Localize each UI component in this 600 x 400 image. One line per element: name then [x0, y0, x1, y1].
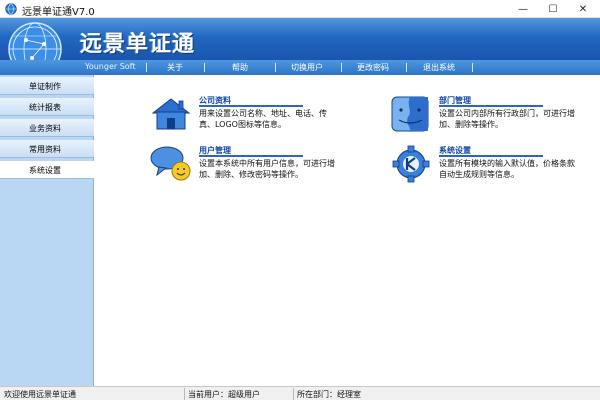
kde-gear-icon — [392, 145, 430, 183]
menu-bar: Younger Soft 关于 帮助 切换用户 更改密码 退出系统 — [0, 60, 600, 75]
tile-description: 设置所有模块的输入默认值，价格条款 自动生成规则等信息。 — [439, 158, 599, 180]
sidebar-item-common-data[interactable]: 常用资料 — [0, 140, 94, 158]
tile-description: 用来设置公司名称、地址、电话、传 真、LOGO图标等信息。 — [199, 108, 379, 130]
sidebar-item-business-data[interactable]: 业务资料 — [0, 119, 94, 137]
title-underline — [439, 155, 543, 157]
tile-description: 设置公司内部所有行政部门，可进行增 加、删除等操作。 — [439, 108, 599, 130]
menu-separator — [146, 63, 147, 72]
tile-description-line: 设置所有模块的输入默认值，价格条款 — [439, 159, 575, 168]
tile-description-line: 设置本系统中所有用户信息，可进行增 — [199, 159, 335, 168]
menu-separator — [406, 63, 407, 72]
menu-separator — [341, 63, 342, 72]
status-welcome: 欢迎使用远景单证通 — [4, 390, 76, 399]
minimize-button[interactable]: — — [508, 0, 538, 18]
brand-label: Younger Soft — [85, 62, 136, 71]
menu-item-change-password[interactable]: 更改密码 — [357, 62, 389, 73]
status-current-user: 当前用户：超级用户 — [188, 390, 260, 399]
main-content: 公司资料 用来设置公司名称、地址、电话、传 真、LOGO图标等信息。 部门管理 … — [95, 75, 600, 386]
tile-description-line: 用来设置公司名称、地址、电话、传 — [199, 109, 327, 118]
globe-logo-icon — [8, 22, 62, 60]
tile-department-management[interactable]: 部门管理 设置公司内部所有行政部门，可进行增 加、删除等操作。 — [389, 93, 599, 135]
app-title: 远景单证通 — [80, 32, 196, 57]
sidebar: 单证制作 统计报表 业务资料 常用资料 系统设置 — [0, 75, 94, 386]
tile-description-line: 真、LOGO图标等信息。 — [199, 120, 286, 129]
status-divider — [293, 388, 294, 400]
maximize-button[interactable]: ☐ — [538, 0, 568, 18]
window-title: 远景单证通V7.0 — [22, 7, 95, 18]
menu-separator — [275, 63, 276, 72]
mac-finder-icon — [391, 96, 429, 132]
menu-separator — [472, 63, 473, 72]
menu-item-switch-user[interactable]: 切换用户 — [291, 62, 323, 73]
app-globe-icon — [5, 3, 17, 15]
sidebar-item-statistics[interactable]: 统计报表 — [0, 98, 94, 116]
menu-item-exit[interactable]: 退出系统 — [423, 62, 455, 73]
tile-description-line: 加、删除、修改密码等操作。 — [199, 170, 303, 179]
tile-user-management[interactable]: 用户管理 设置本系统中所有用户信息，可进行增 加、删除、修改密码等操作。 — [149, 143, 379, 187]
user-chat-icon — [150, 146, 191, 181]
tile-description: 设置本系统中所有用户信息，可进行增 加、删除、修改密码等操作。 — [199, 158, 374, 180]
house-icon — [151, 98, 191, 130]
tile-system-settings[interactable]: 系统设置 设置所有模块的输入默认值，价格条款 自动生成规则等信息。 — [389, 143, 599, 187]
title-underline — [199, 105, 303, 107]
status-bar: 欢迎使用远景单证通 当前用户：超级用户 所在部门：经理室 — [0, 386, 600, 400]
tile-description-line: 加、删除等操作。 — [439, 120, 503, 129]
close-button[interactable]: ✕ — [568, 0, 598, 18]
sidebar-item-system-settings[interactable]: 系统设置 — [0, 161, 94, 179]
menu-item-help[interactable]: 帮助 — [232, 62, 248, 73]
title-underline — [199, 155, 303, 157]
status-department: 所在部门：经理室 — [297, 390, 361, 399]
title-bar: 远景单证通V7.0 — ☐ ✕ — [0, 0, 600, 18]
status-divider — [184, 388, 185, 400]
sidebar-item-document-making[interactable]: 单证制作 — [0, 77, 94, 95]
tile-description-line: 自动生成规则等信息。 — [439, 170, 519, 179]
tile-description-line: 设置公司内部所有行政部门，可进行增 — [439, 109, 575, 118]
app-banner: 远景单证通 — [0, 18, 600, 60]
tile-company-info[interactable]: 公司资料 用来设置公司名称、地址、电话、传 真、LOGO图标等信息。 — [149, 93, 379, 135]
title-underline — [439, 105, 543, 107]
menu-item-about[interactable]: 关于 — [167, 62, 183, 73]
menu-separator — [204, 63, 205, 72]
